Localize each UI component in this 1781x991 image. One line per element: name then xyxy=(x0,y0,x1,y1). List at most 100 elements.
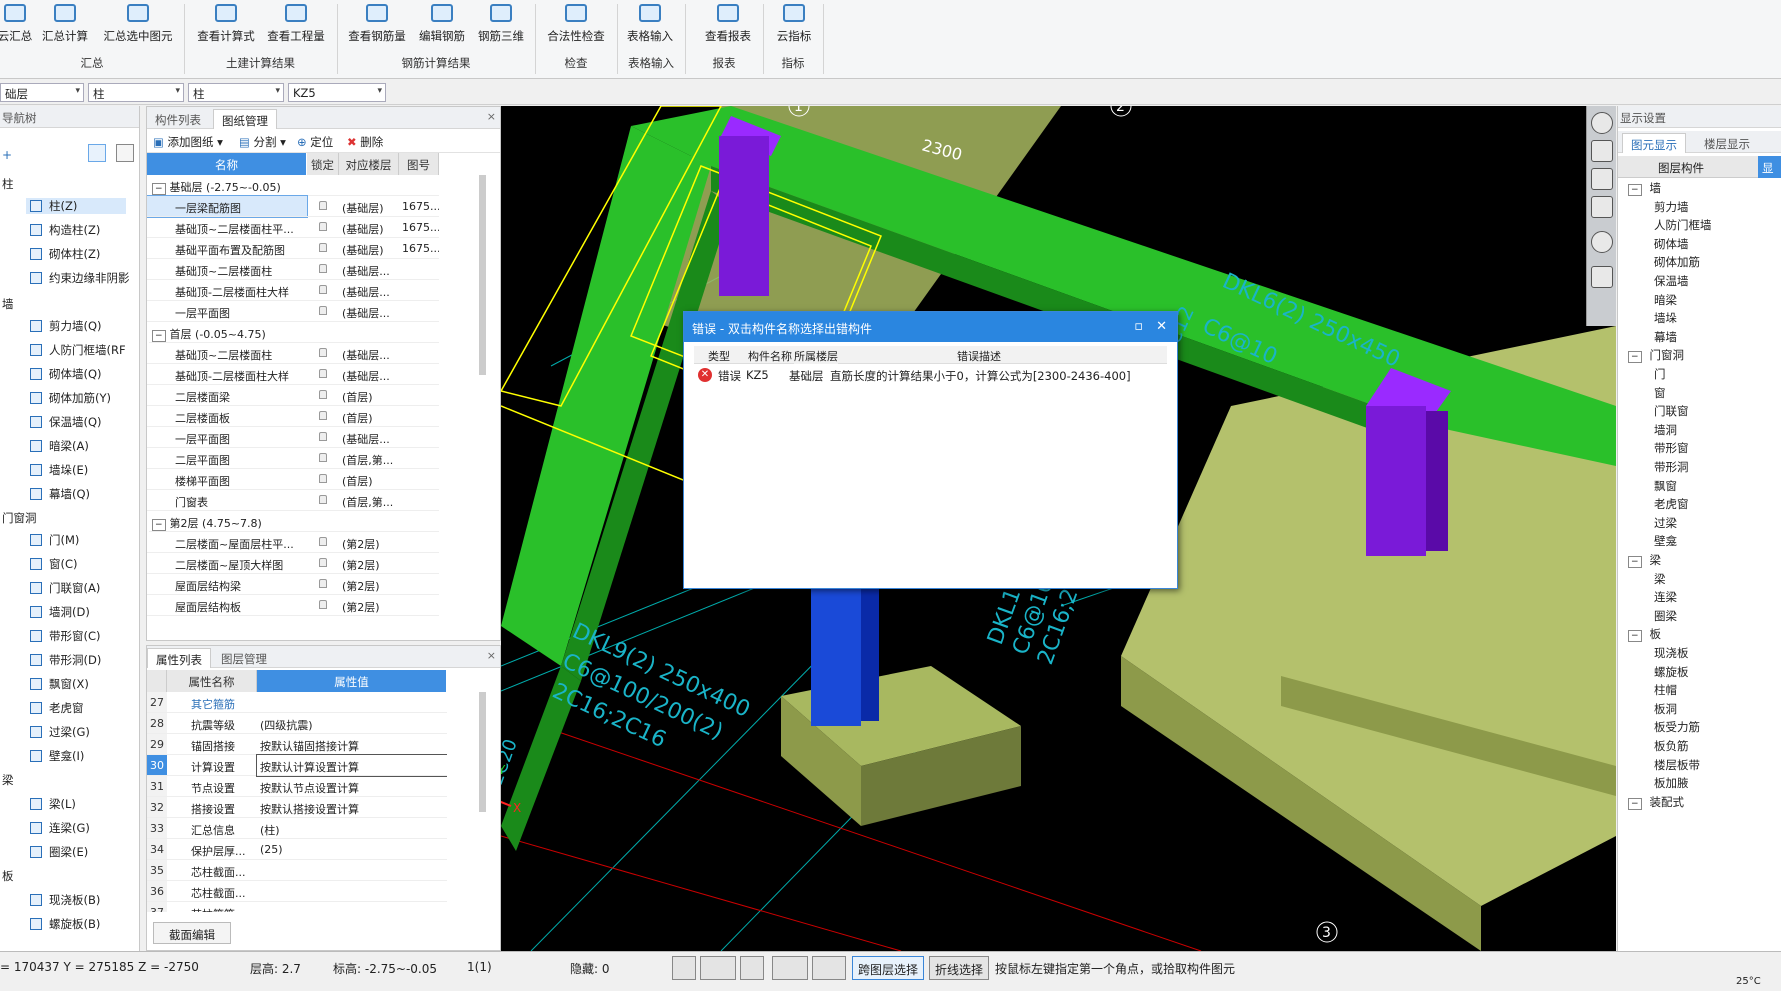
category-select[interactable]: 柱 xyxy=(88,83,184,102)
view-report-button[interactable]: 查看报表 xyxy=(702,0,754,48)
lock-cell[interactable] xyxy=(307,217,339,238)
display-item[interactable]: 板负筋 xyxy=(1654,738,1689,754)
maximize-icon[interactable]: ▫ xyxy=(1134,319,1143,334)
lock-cell[interactable] xyxy=(307,595,339,616)
tab-layer-management[interactable]: 图层管理 xyxy=(213,648,275,668)
property-value[interactable] xyxy=(257,881,447,902)
props-scrollbar[interactable] xyxy=(479,692,486,812)
nav-section-beam[interactable]: 梁 xyxy=(2,772,14,788)
drawing-group-row[interactable]: − 第2层 (4.75~7.8) xyxy=(147,511,439,532)
nav-item-lintel[interactable]: 过梁(G) xyxy=(30,724,90,740)
close-icon[interactable]: × xyxy=(487,649,496,662)
tab-property-list[interactable]: 属性列表 xyxy=(147,648,211,668)
nav-item-wall-opening[interactable]: 墙洞(D) xyxy=(30,604,90,620)
error-row[interactable]: ✕ 错误 KZ5 基础层 直筋长度的计算结果小于0，计算公式为[2300-243… xyxy=(694,365,1167,385)
drawing-scrollbar[interactable] xyxy=(479,175,486,375)
property-value[interactable]: (四级抗震) xyxy=(257,713,447,734)
tab-floor-display[interactable]: 楼层显示 xyxy=(1696,133,1758,153)
property-row[interactable]: 27 其它箍筋 xyxy=(147,692,447,713)
nav-item-edge-constraint[interactable]: 约束边缘非阴影 xyxy=(30,270,130,286)
display-item[interactable]: 墙洞 xyxy=(1654,422,1677,438)
rebar-3d-button[interactable]: 钢筋三维 xyxy=(475,0,527,48)
drawing-row[interactable]: 二层楼面~屋面层柱平... (第2层) xyxy=(147,532,439,553)
section-edit-button[interactable]: 截面编辑 xyxy=(153,922,231,944)
ortho-icon[interactable] xyxy=(672,956,696,980)
view-rebar-button[interactable]: 查看钢筋量 xyxy=(345,0,409,48)
nav-item-link-beam[interactable]: 连梁(G) xyxy=(30,820,90,836)
property-row[interactable]: 34 保护层厚... (25) xyxy=(147,839,447,860)
nav-item-curtain-wall[interactable]: 幕墙(Q) xyxy=(30,486,90,502)
drawing-row[interactable]: 基础顶~二层楼面柱平... (基础层) 1675... xyxy=(147,217,439,238)
property-row[interactable]: 30 计算设置 按默认计算设置计算 xyxy=(147,754,447,777)
cloud-summary-button[interactable]: 云汇总 xyxy=(0,0,36,48)
orbit-icon[interactable] xyxy=(1591,112,1613,134)
display-item[interactable]: 窗 xyxy=(1654,385,1666,401)
cross-icon[interactable] xyxy=(740,956,764,980)
edit-rebar-button[interactable]: 编辑钢筋 xyxy=(414,0,470,48)
display-item[interactable]: 墙垛 xyxy=(1654,310,1677,326)
drawing-row[interactable]: 基础顶-二层楼面柱大样 (基础层... xyxy=(147,280,439,301)
drawing-row[interactable]: 楼梯平面图 (首层) xyxy=(147,469,439,490)
lock-cell[interactable] xyxy=(307,259,339,280)
polyline-select-button[interactable]: 折线选择 xyxy=(929,956,990,980)
floor-select[interactable]: 础层 xyxy=(0,83,84,102)
view-quantity-button[interactable]: 查看工程量 xyxy=(264,0,328,48)
nav-item-column[interactable]: 柱(Z) xyxy=(26,198,126,214)
property-value[interactable]: (柱) xyxy=(257,818,447,839)
snap-icon[interactable] xyxy=(700,956,736,980)
property-value[interactable] xyxy=(257,692,447,713)
display-item[interactable]: 板受力筋 xyxy=(1654,719,1700,735)
property-row[interactable]: 28 抗震等级 (四级抗震) xyxy=(147,713,447,734)
nav-item-masonry-rebar[interactable]: 砌体加筋(Y) xyxy=(30,390,111,406)
display-item[interactable]: 梁 xyxy=(1654,571,1666,587)
display-item[interactable]: 壁龛 xyxy=(1654,533,1677,549)
nav-item-wall-pier[interactable]: 墙垛(E) xyxy=(30,462,88,478)
group-toggle[interactable]: − 基础层 (-2.75~-0.05) xyxy=(149,175,439,196)
locate-button[interactable]: ⊕ 定位 xyxy=(297,134,333,150)
drawing-row[interactable]: 屋面层结构板 (第2层) xyxy=(147,595,439,616)
drawing-row[interactable]: 基础顶-二层楼面柱大样 (基础层... xyxy=(147,364,439,385)
nav-item-masonry-column[interactable]: 砌体柱(Z) xyxy=(30,246,100,262)
tab-component-list[interactable]: 构件列表 xyxy=(147,109,209,129)
type-select[interactable]: 柱 xyxy=(188,83,284,102)
property-row[interactable]: 37芯柱箍筋 xyxy=(147,902,447,912)
display-item[interactable]: 板加腋 xyxy=(1654,775,1689,791)
nav-section-wall[interactable]: 墙 xyxy=(2,296,14,312)
display-item[interactable]: 现浇板 xyxy=(1654,645,1689,661)
close-icon[interactable]: ✕ xyxy=(1156,319,1167,334)
display-group[interactable]: − 装配式 xyxy=(1628,794,1684,810)
drawing-row[interactable]: 基础平面布置及配筋图 (基础层) 1675... xyxy=(147,238,439,259)
drawing-row[interactable]: 门窗表 (首层,第... xyxy=(147,490,439,511)
rotate-icon[interactable] xyxy=(1591,231,1613,253)
display-item[interactable]: 砌体加筋 xyxy=(1654,254,1700,270)
nav-item-civil-door-wall[interactable]: 人防门框墙(RF xyxy=(30,342,126,358)
table-input-button[interactable]: 表格输入 xyxy=(624,0,676,48)
drawing-row[interactable]: 基础顶~二层楼面柱 (基础层... xyxy=(147,343,439,364)
display-item[interactable]: 圈梁 xyxy=(1654,608,1677,624)
summary-calc-button[interactable]: 汇总计算 xyxy=(40,0,90,48)
group-toggle[interactable]: − 首层 (-0.05~4.75) xyxy=(149,322,439,343)
property-row[interactable]: 32 搭接设置 按默认搭接设置计算 xyxy=(147,797,447,818)
nav-section-column[interactable]: 柱 xyxy=(2,176,14,192)
display-item[interactable]: 飘窗 xyxy=(1654,478,1677,494)
nav-item-shear-wall[interactable]: 剪力墙(Q) xyxy=(30,318,102,334)
lock-cell[interactable] xyxy=(307,196,339,217)
nav-item-hidden-beam[interactable]: 暗梁(A) xyxy=(30,438,89,454)
property-value[interactable]: 按默认锚固搭接计算 xyxy=(257,734,447,755)
nav-item-masonry-wall[interactable]: 砌体墙(Q) xyxy=(30,366,102,382)
nav-item-construct-column[interactable]: 构造柱(Z) xyxy=(30,222,100,238)
nav-item-door-window[interactable]: 门联窗(A) xyxy=(30,580,100,596)
nav-section-openings[interactable]: 门窗洞 xyxy=(2,510,37,526)
view-formula-button[interactable]: 查看计算式 xyxy=(194,0,258,48)
property-row[interactable]: 29 锚固搭接 按默认锚固搭接计算 xyxy=(147,734,447,755)
component-select[interactable]: KZ5 xyxy=(288,83,386,102)
nav-section-slab[interactable]: 板 xyxy=(2,868,14,884)
display-item[interactable]: 连梁 xyxy=(1654,589,1677,605)
display-item[interactable]: 带形窗 xyxy=(1654,440,1689,456)
nav-item-window[interactable]: 窗(C) xyxy=(30,556,78,572)
lock-cell[interactable] xyxy=(307,532,339,553)
lock-cell[interactable] xyxy=(307,448,339,469)
nav-item-strip-opening[interactable]: 带形洞(D) xyxy=(30,652,101,668)
display-item[interactable]: 老虎窗 xyxy=(1654,496,1689,512)
add-icon[interactable]: + xyxy=(2,148,12,162)
